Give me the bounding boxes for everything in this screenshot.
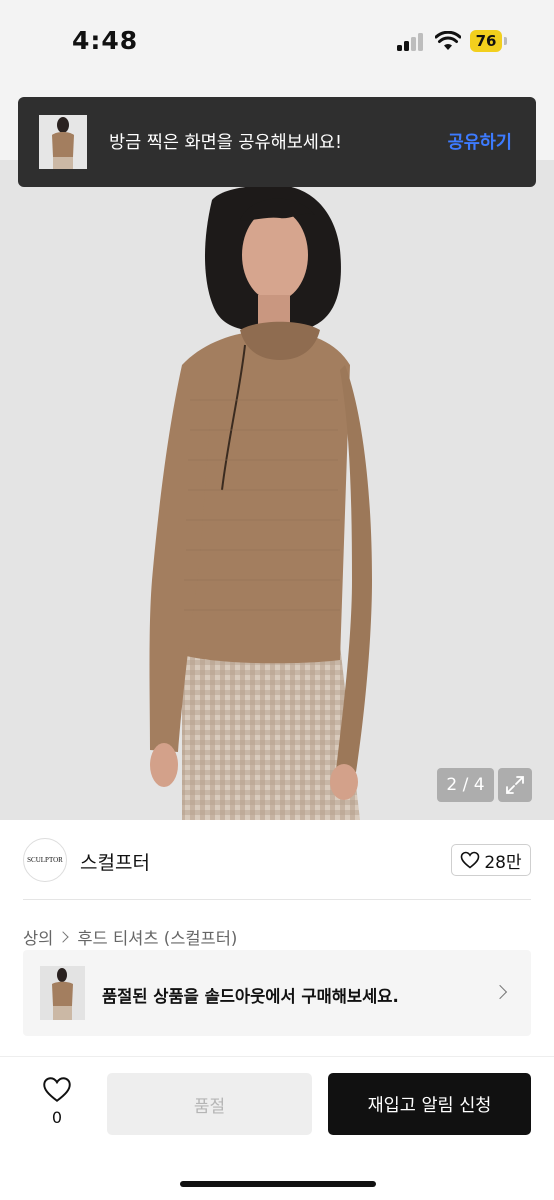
product-image[interactable] <box>0 160 554 820</box>
like-button[interactable]: 28만 <box>451 844 531 876</box>
soldout-button: 품절 <box>107 1073 312 1135</box>
image-counter: 2 / 4 <box>437 768 494 802</box>
cellular-signal-icon <box>397 33 425 51</box>
soldout-banner[interactable]: 품절된 상품을 솔드아웃에서 구매해보세요. <box>23 950 531 1036</box>
share-button[interactable]: 공유하기 <box>448 129 512 154</box>
toast-message: 방금 찍은 화면을 공유해보세요! <box>109 133 343 153</box>
soldout-banner-text: 품절된 상품을 솔드아웃에서 구매해보세요. <box>102 987 399 1006</box>
expand-button[interactable] <box>498 768 532 802</box>
product-photo-illustration <box>0 160 554 820</box>
home-indicator <box>180 1181 376 1187</box>
restock-alert-button[interactable]: 재입고 알림 신청 <box>328 1073 531 1135</box>
brand-logo-text: SCULPTOR <box>27 856 63 864</box>
share-toast: 방금 찍은 화면을 공유해보세요! 공유하기 <box>18 97 536 187</box>
brand-name[interactable]: 스컬프터 <box>80 848 150 875</box>
status-time: 4:48 <box>72 26 139 55</box>
breadcrumb: 상의 후드 티셔츠 (스컬프터) <box>23 925 237 949</box>
heart-icon <box>43 1077 71 1102</box>
soldout-button-label: 품절 <box>193 1096 226 1117</box>
breadcrumb-subcategory[interactable]: 후드 티셔츠 (스컬프터) <box>77 925 237 949</box>
breadcrumb-category[interactable]: 상의 <box>23 925 53 949</box>
brand-logo[interactable]: SCULPTOR <box>23 838 67 882</box>
wishlist-count: 0 <box>51 1108 63 1127</box>
soldout-thumbnail <box>40 966 85 1020</box>
heart-icon <box>461 851 480 869</box>
battery-indicator: 76 <box>470 30 502 52</box>
chevron-right-icon <box>492 984 508 1000</box>
like-count: 28만 <box>484 852 522 873</box>
restock-alert-label: 재입고 알림 신청 <box>367 1095 492 1116</box>
toast-thumbnail <box>39 115 87 169</box>
divider <box>23 899 531 900</box>
battery-tip <box>504 37 507 45</box>
expand-icon <box>506 776 524 794</box>
wishlist-button[interactable] <box>40 1076 74 1107</box>
wifi-icon <box>435 31 461 50</box>
chevron-right-icon <box>57 931 70 943</box>
